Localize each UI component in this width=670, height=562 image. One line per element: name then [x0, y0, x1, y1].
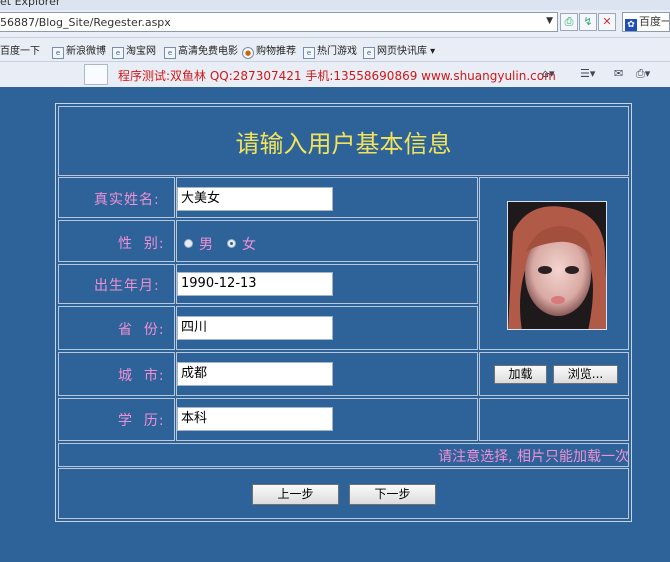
city-input[interactable]: 成都: [177, 362, 333, 386]
ie-page-icon: e: [303, 47, 315, 59]
mail-icon[interactable]: ✉: [614, 67, 623, 80]
print-icon[interactable]: ⎙▾: [636, 67, 650, 81]
search-text: 百度一: [639, 15, 670, 28]
empty-cell: [479, 398, 629, 441]
gender-option-female: 女: [242, 237, 256, 253]
favorite-item-taobao[interactable]: e 淘宝网: [112, 42, 156, 59]
address-dropdown-icon[interactable]: ▼: [546, 16, 553, 26]
home-icon[interactable]: ⌂▾: [542, 67, 555, 80]
photo-notice: 请注意选择, 相片只能加载一次: [438, 449, 629, 465]
gender-radio-female[interactable]: [227, 239, 236, 248]
city-label: 城 市:: [118, 368, 165, 384]
favorite-item-movies[interactable]: e 高清免费电影: [164, 42, 238, 59]
browser-chrome: et Explorer 56887/Blog_Site/Regester.asp…: [0, 0, 670, 87]
favorites-bar: 百度一下 e 新浪微博 e 淘宝网 e 高清免费电影 ● 购物推荐 e 热门游戏 e 网页快…: [0, 37, 670, 62]
feeds-icon[interactable]: ☰▾: [580, 67, 595, 80]
browse-photo-button[interactable]: 浏览...: [553, 365, 618, 384]
address-text: 56887/Blog_Site/Regester.aspx: [0, 16, 171, 29]
favorite-item-webslice[interactable]: e 网页快讯库 ▾: [363, 42, 435, 59]
gender-label: 性 别:: [118, 236, 165, 252]
baidu-search-icon: ✿: [625, 19, 637, 31]
education-label: 学 历:: [118, 413, 165, 429]
user-photo: [507, 201, 607, 330]
refresh-icon[interactable]: ↯: [579, 13, 597, 31]
gender-radio-male[interactable]: [184, 239, 193, 248]
window-title: et Explorer: [0, 0, 61, 8]
command-row: 程序测试:双鱼林 QQ:287307421 手机:13558690869 www…: [0, 61, 670, 88]
ie-page-icon: e: [164, 47, 176, 59]
shopping-icon: ●: [242, 47, 254, 59]
favorite-item-games[interactable]: e 热门游戏: [303, 42, 357, 59]
ie-page-icon: e: [363, 47, 375, 59]
education-input[interactable]: 本科: [177, 407, 333, 431]
search-box[interactable]: ✿ 百度一: [622, 12, 670, 32]
province-label: 省 份:: [118, 322, 165, 338]
birthdate-input[interactable]: 1990-12-13: [177, 272, 333, 296]
name-label: 真实姓名:: [94, 192, 160, 208]
registration-form: 请输入用户基本信息 真实姓名: 大美女 性 别: 男 女 出生年月: 1990-…: [55, 103, 632, 522]
stop-icon[interactable]: ✕: [598, 13, 616, 31]
new-tab-button[interactable]: [84, 64, 108, 85]
favorite-item-baidu[interactable]: 百度一下: [0, 42, 40, 57]
favorite-item-shopping[interactable]: ● 购物推荐: [242, 42, 296, 59]
compat-view-icon[interactable]: ⎙: [560, 13, 578, 31]
province-input[interactable]: 四川: [177, 316, 333, 340]
page-title: 请输入用户基本信息: [235, 130, 452, 158]
next-step-button[interactable]: 下一步: [349, 484, 436, 505]
favorite-item-weibo[interactable]: e 新浪微博: [52, 42, 106, 59]
prev-step-button[interactable]: 上一步: [252, 484, 339, 505]
birthdate-label: 出生年月:: [94, 278, 160, 294]
window-titlebar: et Explorer: [0, 0, 670, 10]
load-photo-button[interactable]: 加载: [494, 365, 547, 384]
scroll-message: 程序测试:双鱼林 QQ:287307421 手机:13558690869 www…: [118, 69, 556, 83]
address-bar[interactable]: 56887/Blog_Site/Regester.aspx ▼: [0, 12, 558, 32]
ie-page-icon: e: [52, 47, 64, 59]
portrait-image: [508, 202, 606, 329]
name-input[interactable]: 大美女: [177, 187, 333, 211]
ie-page-icon: e: [112, 47, 124, 59]
value-cell-gender: [176, 220, 478, 262]
nav-cell: [58, 468, 629, 519]
gender-option-male: 男: [199, 237, 213, 253]
